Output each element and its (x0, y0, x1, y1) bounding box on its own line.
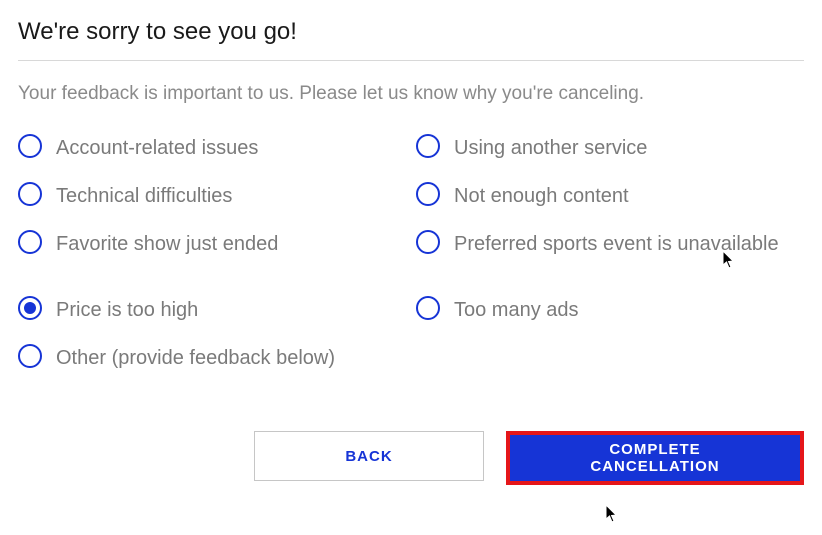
radio-icon (18, 182, 42, 206)
back-button[interactable]: BACK (254, 431, 484, 481)
option-label: Account-related issues (56, 133, 258, 163)
complete-cancellation-button[interactable]: COMPLETE CANCELLATION (510, 435, 800, 481)
option-technical[interactable]: Technical difficulties (18, 181, 406, 211)
radio-icon (416, 296, 440, 320)
option-label: Favorite show just ended (56, 229, 278, 259)
radio-icon (416, 134, 440, 158)
option-label: Other (provide feedback below) (56, 343, 335, 373)
button-row: BACK COMPLETE CANCELLATION (18, 431, 804, 485)
option-account-related[interactable]: Account-related issues (18, 133, 406, 163)
option-favorite-ended[interactable]: Favorite show just ended (18, 229, 406, 259)
radio-icon (18, 230, 42, 254)
page-title: We're sorry to see you go! (18, 18, 804, 46)
option-sports-unavailable[interactable]: Preferred sports event is unavailable (416, 229, 804, 259)
complete-button-highlight: COMPLETE CANCELLATION (506, 431, 804, 485)
option-not-enough-content[interactable]: Not enough content (416, 181, 804, 211)
option-another-service[interactable]: Using another service (416, 133, 804, 163)
option-price-high[interactable]: Price is too high (18, 295, 406, 325)
option-label: Price is too high (56, 295, 198, 325)
subtitle: Your feedback is important to us. Please… (18, 83, 804, 105)
cursor-icon (603, 504, 619, 524)
radio-icon-selected (18, 296, 42, 320)
radio-icon (416, 230, 440, 254)
option-label: Too many ads (454, 295, 579, 325)
divider (18, 60, 804, 61)
option-label: Using another service (454, 133, 647, 163)
radio-icon (416, 182, 440, 206)
option-other[interactable]: Other (provide feedback below) (18, 343, 804, 373)
option-label: Technical difficulties (56, 181, 232, 211)
radio-icon (18, 134, 42, 158)
options-grid: Account-related issues Using another ser… (18, 133, 804, 391)
option-too-many-ads[interactable]: Too many ads (416, 295, 804, 325)
option-label: Preferred sports event is unavailable (454, 229, 779, 259)
option-label: Not enough content (454, 181, 629, 211)
radio-icon (18, 344, 42, 368)
